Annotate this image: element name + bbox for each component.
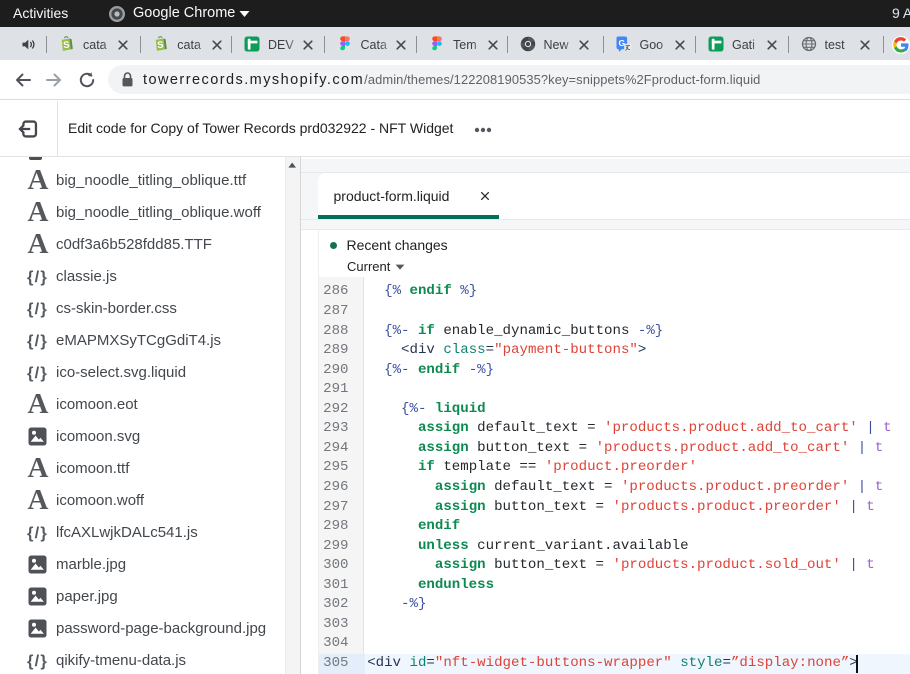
- svg-text:S: S: [63, 39, 70, 51]
- svg-text:S: S: [157, 39, 164, 51]
